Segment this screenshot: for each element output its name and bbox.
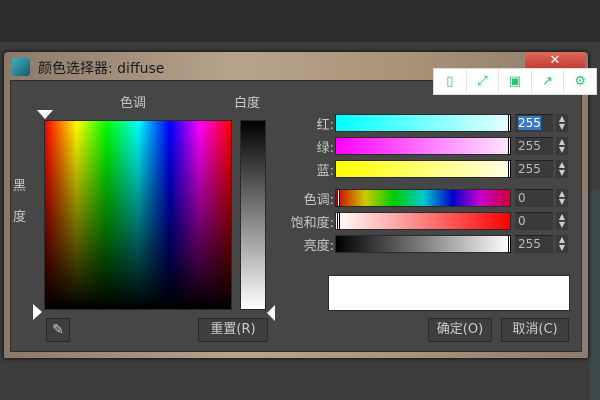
- slider-row-green: 绿: 255 ▲ ▼: [280, 137, 570, 156]
- value-slider[interactable]: [335, 235, 511, 253]
- slider-row-blue: 蓝: 255 ▲ ▼: [280, 160, 570, 179]
- hue-pointer[interactable]: [37, 110, 53, 119]
- slider-row-hue: 色调: 0 ▲ ▼: [280, 189, 570, 208]
- value-label: 亮度:: [303, 239, 334, 254]
- green-input[interactable]: 255: [515, 137, 553, 155]
- ok-button[interactable]: 确定(O): [428, 318, 492, 342]
- fullscreen-icon[interactable]: ⤢: [467, 69, 500, 94]
- color-preview-swatch: [328, 275, 570, 311]
- phone-icon[interactable]: ▯: [434, 69, 467, 94]
- share-icon[interactable]: ↗: [532, 69, 565, 94]
- blue-input[interactable]: 255: [515, 160, 553, 178]
- red-label: 红:: [316, 118, 334, 133]
- reset-button[interactable]: 重置(R): [198, 318, 268, 342]
- hue-blackness-field[interactable]: [44, 120, 232, 310]
- hue-label: 色调: [120, 96, 147, 111]
- hue-input[interactable]: 0: [515, 189, 553, 207]
- whiteness-bar[interactable]: [240, 120, 266, 310]
- red-slider[interactable]: [335, 114, 511, 132]
- saturation-input[interactable]: 0: [515, 212, 553, 230]
- blackness-label-1: 黑: [13, 179, 27, 194]
- green-label: 绿:: [316, 141, 334, 156]
- blackness-label-2: 度: [13, 210, 27, 225]
- dialog-title: 颜色选择器: diffuse: [38, 61, 165, 77]
- value-input[interactable]: 255: [515, 235, 553, 253]
- eyedropper-icon: ✎: [52, 322, 64, 338]
- blue-spinner[interactable]: ▲ ▼: [556, 160, 568, 178]
- saturation-label: 饱和度:: [290, 216, 334, 231]
- background-panel: [590, 190, 600, 400]
- background-strip: [0, 0, 600, 42]
- hue-slider[interactable]: [335, 189, 511, 207]
- green-slider[interactable]: [335, 137, 511, 155]
- value-spinner[interactable]: ▲ ▼: [556, 235, 568, 253]
- cancel-button[interactable]: 取消(C): [501, 318, 569, 342]
- slider-row-value: 亮度: 255 ▲ ▼: [280, 235, 570, 254]
- blackness-pointer[interactable]: [33, 304, 42, 320]
- hue-spinner[interactable]: ▲ ▼: [556, 189, 568, 207]
- app-icon: [12, 58, 30, 76]
- blue-slider[interactable]: [335, 160, 511, 178]
- slider-row-red: 红: 255 ▲ ▼: [280, 114, 570, 133]
- slider-row-saturation: 饱和度: 0 ▲ ▼: [280, 212, 570, 231]
- save-icon[interactable]: ▣: [499, 69, 532, 94]
- floating-toolbar: ▯ ⤢ ▣ ↗ ⚙: [433, 68, 597, 95]
- saturation-spinner[interactable]: ▲ ▼: [556, 212, 568, 230]
- saturation-slider[interactable]: [335, 212, 511, 230]
- eyedropper-button[interactable]: ✎: [46, 318, 70, 342]
- hue-slider-label: 色调:: [303, 193, 334, 208]
- green-spinner[interactable]: ▲ ▼: [556, 137, 568, 155]
- red-spinner[interactable]: ▲ ▼: [556, 114, 568, 132]
- settings-icon[interactable]: ⚙: [564, 69, 596, 94]
- red-input[interactable]: 255: [515, 114, 553, 132]
- whiteness-label: 白度: [234, 96, 261, 111]
- whiteness-pointer[interactable]: [267, 305, 275, 321]
- blue-label: 蓝:: [316, 164, 334, 179]
